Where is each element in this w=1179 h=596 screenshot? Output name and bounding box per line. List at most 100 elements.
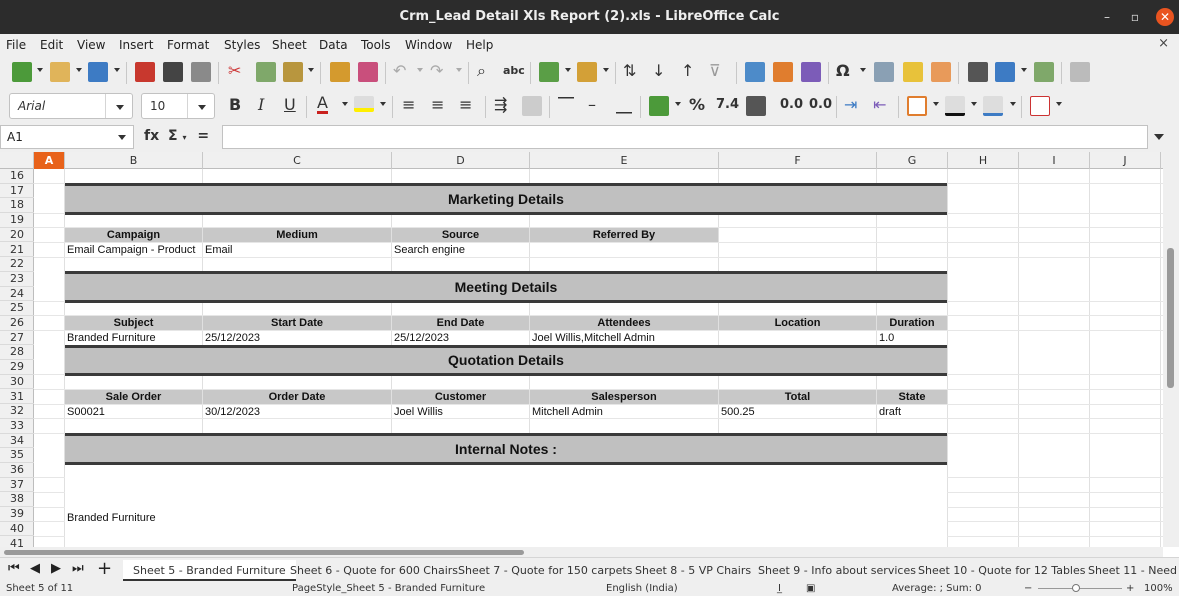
first-sheet-icon[interactable]: ⏮: [8, 561, 20, 576]
zoom-level[interactable]: 100%: [1144, 583, 1173, 594]
marketing-referred-by-value[interactable]: [530, 243, 718, 257]
meeting-attendees-value[interactable]: Joel Willis,Mitchell Admin: [530, 331, 718, 345]
font-name-dropdown-icon[interactable]: [116, 105, 124, 110]
special-character-icon[interactable]: Ω: [836, 61, 850, 80]
copy-icon[interactable]: [256, 62, 276, 82]
meeting-location-value[interactable]: [719, 331, 876, 345]
sheet-tab[interactable]: Sheet 10 - Quote for 12 Tables: [908, 560, 1096, 581]
open-folder-icon[interactable]: [50, 62, 70, 82]
autofilter-icon[interactable]: ⊽: [709, 61, 721, 80]
find-replace-icon[interactable]: ⌕: [477, 61, 486, 81]
sheet-tab[interactable]: Sheet 11 - Need: [1078, 560, 1179, 581]
decrease-indent-icon[interactable]: ⇤: [873, 95, 886, 114]
font-color-dropdown-icon[interactable]: [342, 102, 348, 106]
expand-formula-bar-icon[interactable]: [1154, 134, 1164, 140]
next-sheet-icon[interactable]: ▶: [51, 561, 61, 576]
row-header[interactable]: 35: [0, 448, 34, 463]
add-decimal-icon[interactable]: 0.0: [780, 97, 803, 112]
column-header-c[interactable]: C: [203, 152, 392, 169]
quotation-salesperson-value[interactable]: Mitchell Admin: [530, 405, 718, 419]
new-document-icon[interactable]: [12, 62, 32, 82]
restore-button[interactable]: ▫: [1126, 8, 1144, 26]
undo-icon[interactable]: ↶: [393, 61, 406, 80]
highlight-dropdown-icon[interactable]: [380, 102, 386, 106]
language[interactable]: English (India): [606, 583, 678, 594]
open-dropdown-icon[interactable]: [76, 68, 82, 72]
show-draw-functions-icon[interactable]: [1070, 62, 1090, 82]
row-header[interactable]: 22: [0, 257, 34, 272]
sheet-tab[interactable]: Sheet 5 - Branded Furniture: [123, 560, 296, 581]
marketing-campaign-value[interactable]: Email Campaign - Product: [65, 243, 202, 257]
name-box[interactable]: A1: [0, 125, 134, 149]
currency-dropdown-icon[interactable]: [675, 102, 681, 106]
quotation-state-value[interactable]: draft: [877, 405, 947, 419]
row-header[interactable]: 17: [0, 184, 34, 199]
conditional-format-icon[interactable]: [1030, 96, 1050, 116]
column-header-b[interactable]: B: [65, 152, 203, 169]
align-left-icon[interactable]: ≡: [402, 95, 415, 114]
minimize-button[interactable]: –: [1098, 8, 1116, 26]
formula-icon[interactable]: =: [197, 128, 209, 144]
font-size-combo[interactable]: 10: [141, 93, 215, 119]
zoom-slider[interactable]: [1038, 588, 1122, 589]
row-header[interactable]: 27: [0, 331, 34, 346]
row-header[interactable]: 19: [0, 213, 34, 228]
borders-icon[interactable]: [907, 96, 927, 116]
menu-format[interactable]: Format: [167, 38, 209, 52]
zoom-in-icon[interactable]: +: [1126, 583, 1134, 594]
border-style-dropdown-icon[interactable]: [971, 102, 977, 106]
menu-insert[interactable]: Insert: [119, 38, 153, 52]
align-center-icon[interactable]: ≡: [431, 95, 444, 114]
menu-edit[interactable]: Edit: [40, 38, 63, 52]
row-header[interactable]: 16: [0, 169, 34, 184]
delete-decimal-icon[interactable]: 0.0: [809, 97, 832, 112]
insert-image-icon[interactable]: [745, 62, 765, 82]
menu-view[interactable]: View: [77, 38, 105, 52]
freeze-rows-columns-icon[interactable]: [995, 62, 1015, 82]
meeting-subject-value[interactable]: Branded Furniture: [65, 331, 202, 345]
align-top-icon[interactable]: ⎺: [558, 95, 574, 115]
paste-dropdown-icon[interactable]: [308, 68, 314, 72]
sheet-tab[interactable]: Sheet 6 - Quote for 600 Chairs: [280, 560, 468, 581]
sort-descending-icon[interactable]: ↑: [681, 61, 694, 80]
column-header-f[interactable]: F: [719, 152, 877, 169]
row-header[interactable]: 32: [0, 404, 34, 419]
row-header[interactable]: 37: [0, 478, 34, 493]
column-icon[interactable]: [577, 62, 597, 82]
percent-format-icon[interactable]: %: [689, 95, 705, 114]
column-header-e[interactable]: E: [530, 152, 719, 169]
marketing-source-value[interactable]: Search engine: [392, 243, 529, 257]
row-header[interactable]: 26: [0, 316, 34, 331]
last-sheet-icon[interactable]: ⏭: [72, 561, 84, 576]
vertical-scroll-thumb[interactable]: [1167, 248, 1174, 388]
page-style[interactable]: PageStyle_Sheet 5 - Branded Furniture: [292, 583, 485, 594]
pivot-table-icon[interactable]: [801, 62, 821, 82]
save-icon[interactable]: [88, 62, 108, 82]
column-header-h[interactable]: H: [948, 152, 1019, 169]
underline-icon[interactable]: U: [284, 95, 296, 114]
close-document-icon[interactable]: ×: [1158, 36, 1169, 51]
quotation-order-date-value[interactable]: 30/12/2023: [203, 405, 391, 419]
row-dropdown-icon[interactable]: [565, 68, 571, 72]
spreadsheet-grid[interactable]: A B C D E F G H I J 16 17 18 19 20 21 22…: [0, 152, 1163, 547]
menu-window[interactable]: Window: [405, 38, 452, 52]
sheet-tab[interactable]: Sheet 8 - 5 VP Chairs: [625, 560, 761, 581]
align-bottom-icon[interactable]: ⎽: [616, 95, 632, 115]
wrap-text-icon[interactable]: ⇶: [494, 95, 507, 114]
font-size-dropdown-icon[interactable]: [198, 105, 206, 110]
column-header-i[interactable]: I: [1019, 152, 1090, 169]
sort-ascending-icon[interactable]: ↓: [652, 61, 665, 80]
sum-dropdown-icon[interactable]: ▾: [182, 133, 186, 142]
increase-indent-icon[interactable]: ⇥: [844, 95, 857, 114]
number-format-icon[interactable]: 7.4: [716, 97, 739, 112]
cell-area[interactable]: Marketing Details Campaign Medium Source…: [34, 169, 1163, 547]
font-name-combo[interactable]: Arial: [9, 93, 133, 119]
conditional-format-dropdown-icon[interactable]: [1056, 102, 1062, 106]
quotation-customer-value[interactable]: Joel Willis: [392, 405, 529, 419]
border-style-icon[interactable]: [945, 96, 965, 116]
print-preview-icon[interactable]: [191, 62, 211, 82]
column-header-j[interactable]: J: [1090, 152, 1161, 169]
clear-formatting-icon[interactable]: [358, 62, 378, 82]
meeting-duration-value[interactable]: 1.0: [877, 331, 947, 345]
comment-icon[interactable]: [903, 62, 923, 82]
